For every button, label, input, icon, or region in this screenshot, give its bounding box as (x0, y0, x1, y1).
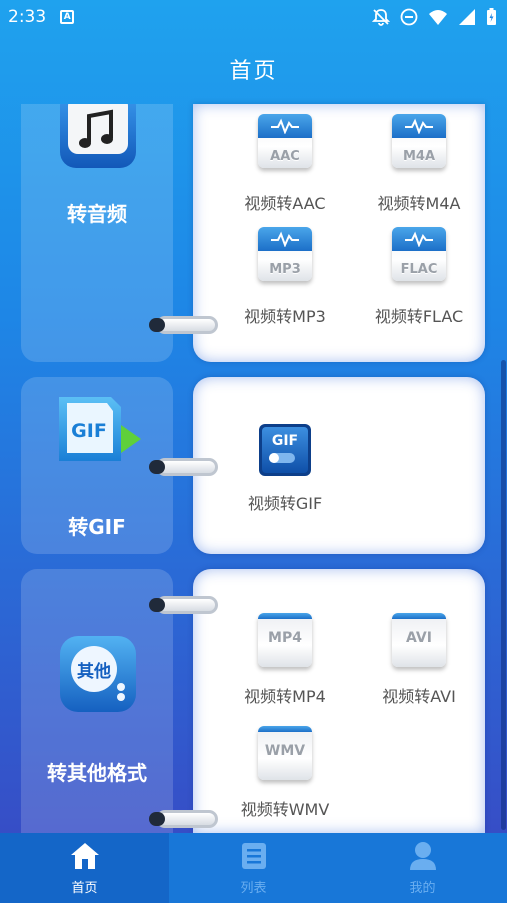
svg-text:GIF: GIF (272, 433, 298, 449)
svg-text:其他: 其他 (77, 661, 111, 682)
music-note-icon (60, 104, 136, 168)
m4a-file-icon: M4A (392, 114, 446, 168)
flac-file-icon: FLAC (392, 227, 446, 281)
convert-flac-label: 视频转FLAC (374, 307, 464, 326)
convert-avi-label: 视频转AVI (382, 687, 456, 706)
convert-m4a-label: 视频转M4A (377, 194, 461, 213)
other-format-icon: 其他 (60, 636, 136, 712)
binder-ring-icon (149, 810, 218, 828)
nav-home-label: 首页 (71, 880, 98, 896)
mp4-file-icon: MP4 (258, 613, 312, 667)
binder-ring-icon (149, 458, 218, 476)
scrollbar[interactable] (501, 360, 506, 830)
binder-ring-icon (149, 316, 218, 334)
category-gif-label: 转GIF (68, 515, 126, 539)
category-audio-label: 转音频 (67, 202, 127, 226)
convert-wmv-item[interactable]: WMV 视频转WMV (225, 726, 345, 820)
other-format-panel: MP4 视频转MP4 AVI 视频转AVI WMV 视频转WMV (193, 569, 485, 833)
mp3-file-icon: MP3 (258, 227, 312, 281)
nav-home[interactable]: 首页 (0, 833, 169, 903)
convert-aac-item[interactable]: AAC 视频转AAC (225, 114, 345, 214)
convert-gif-item[interactable]: GIF 视频转GIF (225, 422, 345, 514)
convert-mp3-label: 视频转MP3 (244, 307, 326, 326)
gif-file-icon: GIF (59, 397, 141, 461)
audio-format-panel: AAC 视频转AAC M4A 视频转M4A MP3 视频转MP3 FLAC 视频… (193, 104, 485, 362)
convert-mp4-label: 视频转MP4 (244, 687, 326, 706)
page-title: 首页 (229, 59, 278, 84)
binder-ring-icon (149, 596, 218, 614)
convert-m4a-item[interactable]: M4A 视频转M4A (359, 114, 479, 214)
convert-wmv-label: 视频转WMV (240, 800, 330, 819)
nav-list-label: 列表 (240, 880, 267, 896)
page-title-bar: 首页 (0, 34, 507, 104)
status-time: 2:33 (8, 7, 47, 27)
profile-icon (409, 841, 436, 870)
convert-aac-label: 视频转AAC (244, 194, 326, 213)
home-icon (70, 842, 99, 869)
avi-file-icon: AVI (392, 613, 446, 667)
battery-icon (487, 8, 496, 25)
convert-avi-item[interactable]: AVI 视频转AVI (359, 613, 479, 707)
wmv-file-icon: WMV (258, 726, 312, 780)
gif-format-panel: GIF 视频转GIF (193, 377, 485, 554)
wifi-icon (429, 10, 447, 25)
nav-list[interactable]: 列表 (169, 833, 338, 903)
convert-mp4-item[interactable]: MP4 视频转MP4 (225, 613, 345, 707)
dnd-icon (400, 8, 418, 26)
aac-file-icon: AAC (258, 114, 312, 168)
category-other-label: 转其他格式 (47, 761, 147, 785)
notification-a-icon: A (60, 10, 75, 24)
convert-mp3-item[interactable]: MP3 视频转MP3 (225, 227, 345, 327)
nav-profile-label: 我的 (409, 880, 436, 896)
svg-text:GIF: GIF (71, 420, 107, 442)
convert-flac-item[interactable]: FLAC 视频转FLAC (359, 227, 479, 327)
mute-bell-icon (372, 9, 390, 26)
nav-profile[interactable]: 我的 (338, 833, 507, 903)
signal-icon (459, 9, 475, 25)
bottom-nav: 首页 列表 我的 (0, 833, 507, 903)
list-icon (241, 842, 266, 869)
status-bar: 2:33 A (0, 0, 507, 34)
convert-gif-label: 视频转GIF (247, 494, 323, 513)
gif-toggle-icon: GIF (259, 424, 311, 476)
